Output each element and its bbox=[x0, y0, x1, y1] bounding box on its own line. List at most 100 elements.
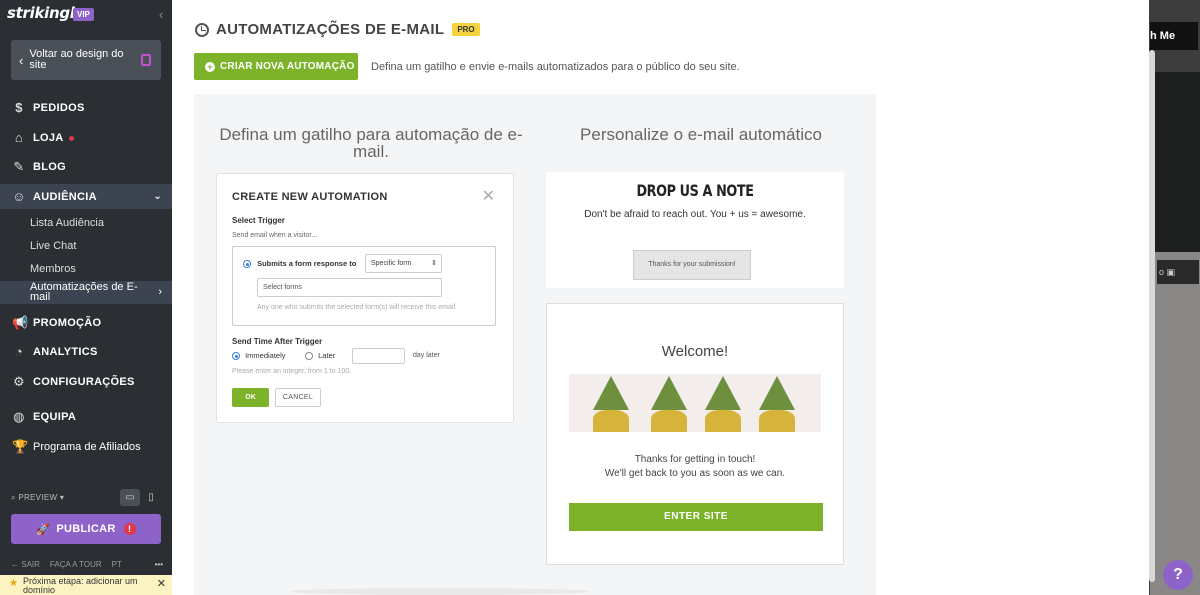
sidebar-item-label: AUDIÊNCIA bbox=[33, 190, 97, 203]
sidebar-subitem-membros[interactable]: Membros bbox=[30, 263, 76, 275]
scrollbar[interactable] bbox=[1149, 50, 1155, 582]
sidebar-item-label: EQUIPA bbox=[33, 411, 77, 423]
select-forms-input[interactable]: Select forms bbox=[257, 278, 442, 297]
form-response-option[interactable]: Submits a form response to bbox=[243, 259, 357, 269]
tour-link[interactable]: FAÇA A TOUR bbox=[50, 560, 102, 569]
integer-hint: Please enter an integer, from 1 to 100. bbox=[232, 368, 352, 375]
forms-hint: Any one who submits the selected form(s)… bbox=[257, 304, 457, 311]
welcome-email-preview[interactable]: Welcome! Thanks for getting in touch! We… bbox=[546, 303, 844, 565]
sidebar-item-promocao[interactable]: 📢 PROMOÇÃO bbox=[0, 316, 172, 330]
desktop-preview-icon[interactable]: ▭ bbox=[120, 489, 140, 506]
preview-dropdown[interactable]: ⌕ PREVIEW ▾ bbox=[11, 493, 64, 503]
publish-button[interactable]: 🚀 PUBLICAR ! bbox=[11, 514, 161, 544]
send-when-label: Send email when a visitor... bbox=[232, 232, 318, 239]
form-response-label: Submits a form response to bbox=[257, 259, 357, 268]
preview-label: PREVIEW bbox=[18, 493, 58, 502]
form-type-value: Specific form bbox=[371, 260, 412, 267]
more-icon[interactable]: ••• bbox=[155, 560, 163, 569]
welcome-title: Welcome! bbox=[661, 343, 729, 360]
bottom-links: ← SAIR FAÇA A TOUR PT ••• bbox=[11, 560, 163, 569]
sidebar-item-label: LOJA bbox=[33, 132, 64, 144]
notification-dot bbox=[68, 135, 74, 141]
panel-shadow bbox=[290, 588, 590, 595]
later-option[interactable]: Later bbox=[305, 351, 336, 361]
language-link[interactable]: PT bbox=[112, 560, 122, 569]
help-button[interactable]: ? bbox=[1163, 560, 1193, 590]
design-icon bbox=[141, 54, 151, 66]
sidebar-item-blog[interactable]: ✎ BLOG bbox=[0, 160, 172, 174]
background-site-strip: h Me o ▣ bbox=[1149, 0, 1200, 595]
sidebar-item-label: Programa de Afiliados bbox=[33, 441, 141, 453]
background-gray-area bbox=[1150, 252, 1200, 595]
immediately-option[interactable]: Immediately bbox=[232, 351, 286, 361]
gear-icon: ⚙ bbox=[13, 374, 25, 389]
collapse-sidebar-icon[interactable]: ‹ bbox=[159, 7, 163, 22]
back-to-design-button[interactable]: ‹ Voltar ao design do site bbox=[11, 40, 161, 80]
sidebar-item-afiliados[interactable]: 🏆 Programa de Afiliados bbox=[0, 440, 172, 454]
later-label: Later bbox=[318, 351, 336, 360]
trophy-icon: 🏆 bbox=[12, 439, 29, 454]
sidebar-subitem-live-chat[interactable]: Live Chat bbox=[30, 240, 76, 252]
note-email-preview[interactable]: DROP US A NOTE Don't be afraid to reach … bbox=[546, 172, 844, 288]
note-title: DROP US A NOTE bbox=[636, 181, 754, 200]
close-icon[interactable]: ✕ bbox=[157, 579, 166, 590]
next-step-label: Próxima etapa: adicionar um domínio bbox=[23, 576, 138, 595]
welcome-line-1: Thanks for getting in touch! bbox=[634, 454, 756, 465]
publish-label: PUBLICAR bbox=[56, 523, 116, 535]
create-automation-button[interactable]: + CRIAR NOVA AUTOMAÇÃO bbox=[194, 53, 358, 80]
immediately-label: Immediately bbox=[245, 351, 286, 360]
sidebar-item-audiencia[interactable]: ☺ AUDIÊNCIA ⌄ bbox=[0, 184, 172, 209]
vip-badge: VIP bbox=[73, 8, 94, 21]
sidebar-item-loja[interactable]: ⌂ LOJA bbox=[0, 131, 172, 145]
next-step-banner[interactable]: ★ Próxima etapa: adicionar um domínio ✕ bbox=[0, 575, 172, 595]
sidebar-subitem-label: Automatizações de E-mail bbox=[30, 281, 138, 303]
warning-icon: ! bbox=[123, 523, 136, 535]
star-icon: ★ bbox=[9, 578, 18, 589]
mobile-preview-icon[interactable]: ▯ bbox=[141, 489, 161, 506]
sidebar-item-label: ANALYTICS bbox=[33, 346, 98, 358]
pineapple bbox=[759, 410, 795, 432]
sidebar-item-label: CONFIGURAÇÕES bbox=[33, 376, 135, 388]
dollar-icon: $ bbox=[15, 100, 23, 115]
intro-text: Defina um gatilho e envie e-mails automa… bbox=[371, 61, 740, 73]
pineapple-leaves bbox=[651, 376, 687, 410]
sidebar-item-pedidos[interactable]: $ PEDIDOS bbox=[0, 101, 172, 115]
days-input[interactable] bbox=[352, 348, 405, 364]
sidebar-item-analytics[interactable]: ◔ ANALYTICS bbox=[0, 345, 172, 359]
background-image-chip: o ▣ bbox=[1157, 260, 1199, 284]
sidebar-item-label: BLOG bbox=[33, 161, 66, 173]
customize-heading: Personalize o e-mail automático bbox=[580, 125, 822, 144]
background-button: h Me bbox=[1150, 22, 1198, 50]
create-automation-label: CRIAR NOVA AUTOMAÇÃO bbox=[220, 61, 355, 72]
radio-unselected[interactable] bbox=[305, 352, 313, 361]
rocket-icon: 🚀 bbox=[36, 523, 51, 536]
sair-link[interactable]: ← SAIR bbox=[11, 560, 40, 569]
team-icon: ◍ bbox=[13, 409, 25, 424]
pineapple-leaves bbox=[705, 376, 741, 410]
chevron-right-icon: › bbox=[158, 286, 162, 298]
back-to-design-label: Voltar ao design do site bbox=[29, 48, 124, 71]
pineapple bbox=[705, 410, 741, 432]
sidebar-item-equipa[interactable]: ◍ EQUIPA bbox=[0, 410, 172, 424]
welcome-message: Thanks for getting in touch! We'll get b… bbox=[547, 453, 843, 481]
sidebar-item-configuracoes[interactable]: ⚙ CONFIGURAÇÕES bbox=[0, 375, 172, 389]
close-icon[interactable]: ✕ bbox=[482, 186, 495, 206]
cancel-button[interactable]: CANCEL bbox=[275, 388, 321, 407]
sidebar-item-label: PROMOÇÃO bbox=[33, 317, 102, 329]
chevron-left-icon: ‹ bbox=[19, 52, 24, 68]
form-type-select[interactable]: Specific form ⇕ bbox=[365, 254, 442, 273]
clock-icon bbox=[195, 22, 209, 37]
pineapple bbox=[651, 410, 687, 432]
radio-selected[interactable] bbox=[243, 260, 251, 269]
trigger-heading: Defina um gatilho para automação de e-ma… bbox=[219, 125, 523, 161]
sidebar-subitem-lista-audiencia[interactable]: Lista Audiência bbox=[30, 217, 104, 229]
pineapple-leaves bbox=[759, 376, 795, 410]
select-arrows-icon: ⇕ bbox=[431, 260, 437, 267]
thanks-submission-button: Thanks for your submission! bbox=[633, 250, 751, 280]
pineapple bbox=[593, 410, 629, 432]
radio-selected[interactable] bbox=[232, 352, 240, 361]
ok-button[interactable]: OK bbox=[232, 388, 269, 407]
sidebar-item-label: PEDIDOS bbox=[33, 102, 85, 114]
sidebar-subitem-automatizacoes[interactable]: Automatizações de E-mail › bbox=[0, 281, 172, 304]
quill-icon: ✎ bbox=[13, 159, 25, 174]
